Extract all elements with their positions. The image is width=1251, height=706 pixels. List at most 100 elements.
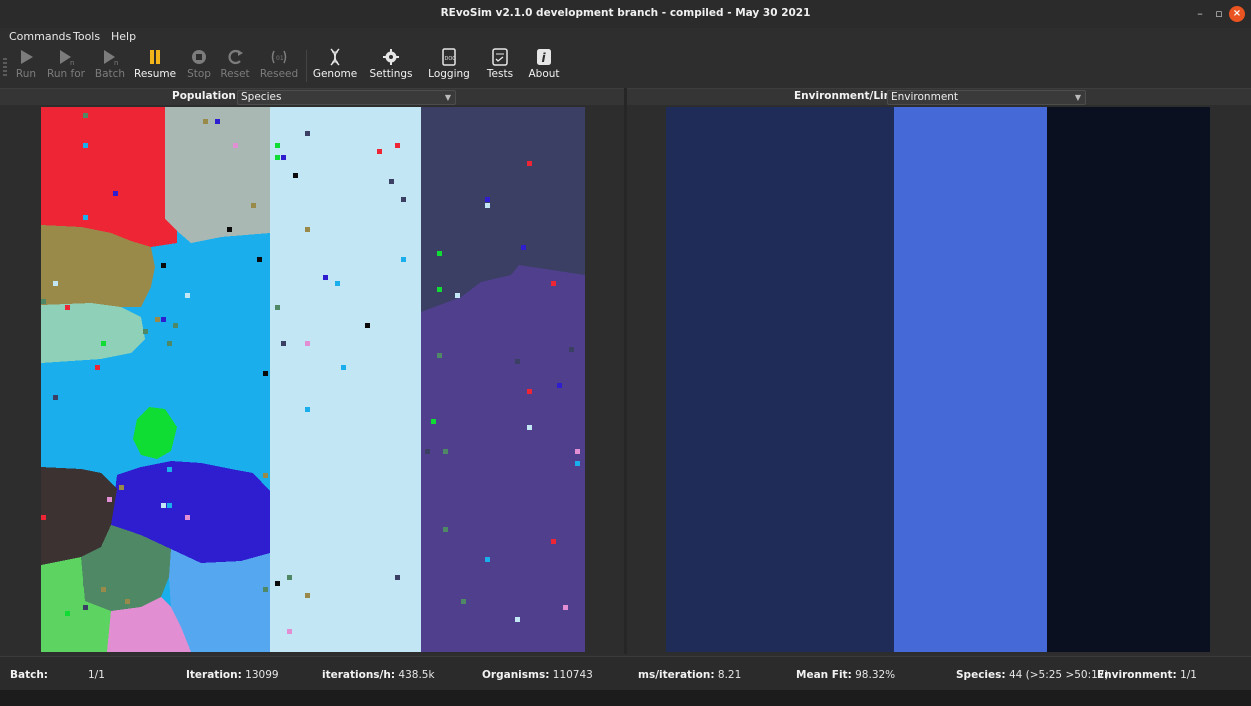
close-icon[interactable]: ×: [1229, 6, 1245, 22]
menu-help[interactable]: Help: [111, 30, 136, 43]
organism-pixel: [341, 365, 346, 370]
tests-label: Tests: [486, 68, 514, 80]
organism-pixel: [95, 365, 100, 370]
minimize-icon[interactable]: –: [1192, 6, 1208, 22]
organism-pixel: [437, 353, 442, 358]
environment-view-value: Environment: [891, 91, 959, 103]
status-iterations-per-hour: iterations/h: 438.5k: [322, 669, 435, 681]
population-grid[interactable]: [41, 107, 585, 652]
settings-button[interactable]: Settings: [368, 48, 414, 80]
reset-button[interactable]: Reset: [218, 48, 252, 80]
environment-header: Environment/Linkage: Environment ▼: [627, 88, 1251, 105]
menu-tools[interactable]: Tools: [73, 30, 100, 43]
organism-pixel: [563, 605, 568, 610]
population-view-select[interactable]: Species ▼: [237, 90, 456, 105]
organism-pixel: [395, 143, 400, 148]
dna-icon: [330, 48, 340, 66]
organism-pixel: [275, 305, 280, 310]
organism-pixel: [437, 251, 442, 256]
logging-label: Logging: [428, 68, 470, 80]
status-iteration: Iteration: 13099: [186, 669, 279, 681]
logging-button[interactable]: DOC Logging: [426, 48, 472, 80]
organism-pixel: [281, 341, 286, 346]
svg-text:n: n: [114, 59, 118, 66]
organism-pixel: [161, 263, 166, 268]
organism-pixel: [155, 317, 160, 322]
restore-icon[interactable]: ▫: [1211, 6, 1227, 22]
organism-pixel: [551, 281, 556, 286]
organism-pixel: [401, 197, 406, 202]
organism-pixel: [527, 161, 532, 166]
organism-pixel: [551, 539, 556, 544]
organism-pixel: [275, 155, 280, 160]
organism-pixel: [305, 341, 310, 346]
organism-pixel: [41, 299, 46, 304]
svg-text:DOC: DOC: [445, 56, 457, 62]
organism-pixel: [119, 485, 124, 490]
organism-pixel: [125, 599, 130, 604]
play-n-icon: n: [60, 50, 74, 66]
organism-pixel: [305, 131, 310, 136]
environment-view-select[interactable]: Environment ▼: [887, 90, 1086, 105]
organism-pixel: [425, 449, 430, 454]
organism-pixel: [275, 143, 280, 148]
organism-pixel: [365, 323, 370, 328]
organism-pixel: [305, 227, 310, 232]
organism-pixel: [575, 461, 580, 466]
organism-pixel: [101, 341, 106, 346]
menu-commands[interactable]: Commands: [9, 30, 71, 43]
organism-pixel: [173, 323, 178, 328]
about-button[interactable]: i About: [526, 48, 562, 80]
toolbar-grip[interactable]: [3, 58, 7, 76]
play-icon: [21, 50, 33, 64]
stop-label: Stop: [187, 68, 211, 80]
organism-pixel: [53, 395, 58, 400]
tests-button[interactable]: Tests: [482, 48, 518, 80]
organism-pixel: [143, 329, 148, 334]
organism-pixel: [83, 113, 88, 118]
organism-pixel: [185, 293, 190, 298]
reseed-button[interactable]: 01 Reseed: [259, 48, 299, 80]
settings-label: Settings: [369, 68, 413, 80]
organism-pixel: [275, 581, 280, 586]
env-band-blue: [894, 107, 1047, 652]
status-ms-per-iteration: ms/iteration: 8.21: [638, 669, 742, 681]
organism-pixel: [83, 215, 88, 220]
env-band-dark-navy: [666, 107, 894, 652]
stop-button[interactable]: Stop: [184, 48, 214, 80]
chevron-down-icon: ▼: [1074, 93, 1081, 102]
title-bar: REvoSim v2.1.0 development branch - comp…: [0, 0, 1251, 29]
batch-button[interactable]: n Batch: [93, 48, 127, 80]
organism-pixel: [287, 575, 292, 580]
organism-pixel: [167, 503, 172, 508]
status-batch-label: Batch:: [10, 669, 49, 681]
info-icon: i: [537, 49, 551, 65]
organism-pixel: [83, 605, 88, 610]
organism-pixel: [443, 449, 448, 454]
organism-pixel: [401, 257, 406, 262]
env-band-black: [1047, 107, 1210, 652]
run-for-button[interactable]: n Run for: [44, 48, 88, 80]
genome-button[interactable]: Genome: [312, 48, 358, 80]
panel-splitter[interactable]: [624, 88, 627, 654]
organism-pixel: [437, 287, 442, 292]
svg-text:n: n: [70, 59, 74, 66]
organism-pixel: [527, 425, 532, 430]
run-button[interactable]: Run: [13, 48, 39, 80]
organism-pixel: [263, 473, 268, 478]
organism-pixel: [485, 203, 490, 208]
organism-pixel: [167, 341, 172, 346]
organism-pixel: [299, 137, 304, 142]
about-label: About: [528, 68, 560, 80]
population-view-value: Species: [241, 91, 282, 103]
reset-label: Reset: [220, 68, 250, 80]
organism-pixel: [65, 611, 70, 616]
species-region-grey: [165, 107, 270, 243]
organism-pixel: [113, 191, 118, 196]
environment-grid[interactable]: [666, 107, 1210, 652]
bottom-strip: [0, 690, 1251, 706]
status-mean-fit: Mean Fit: 98.32%: [796, 669, 896, 681]
resume-button[interactable]: Resume: [134, 48, 176, 80]
run-for-label: Run for: [47, 68, 85, 80]
organism-pixel: [431, 419, 436, 424]
